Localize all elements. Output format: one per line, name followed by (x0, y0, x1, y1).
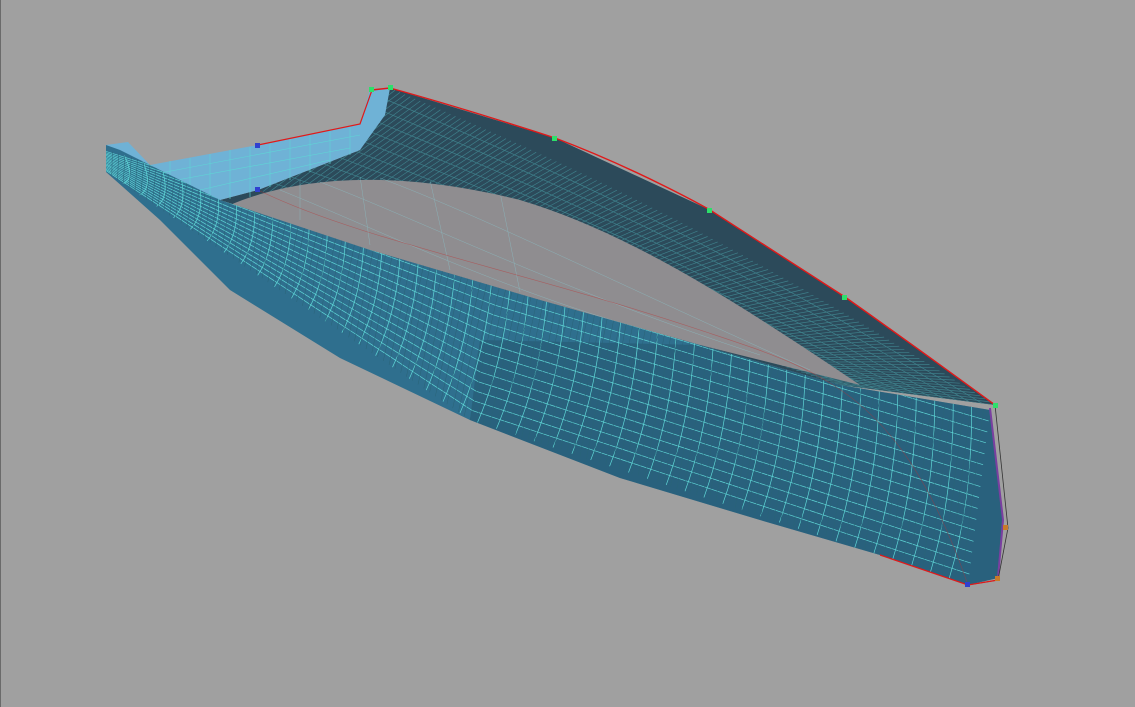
control-point (995, 576, 1000, 581)
3d-viewport[interactable] (0, 0, 1135, 707)
control-point (1003, 525, 1008, 530)
control-point (369, 87, 374, 92)
control-point (993, 403, 998, 408)
control-point (255, 143, 260, 148)
control-point (552, 136, 557, 141)
control-point (255, 187, 260, 192)
control-point (842, 295, 847, 300)
hull-model[interactable] (0, 0, 1135, 707)
control-point (388, 85, 393, 90)
control-point (707, 208, 712, 213)
control-point (965, 582, 970, 587)
